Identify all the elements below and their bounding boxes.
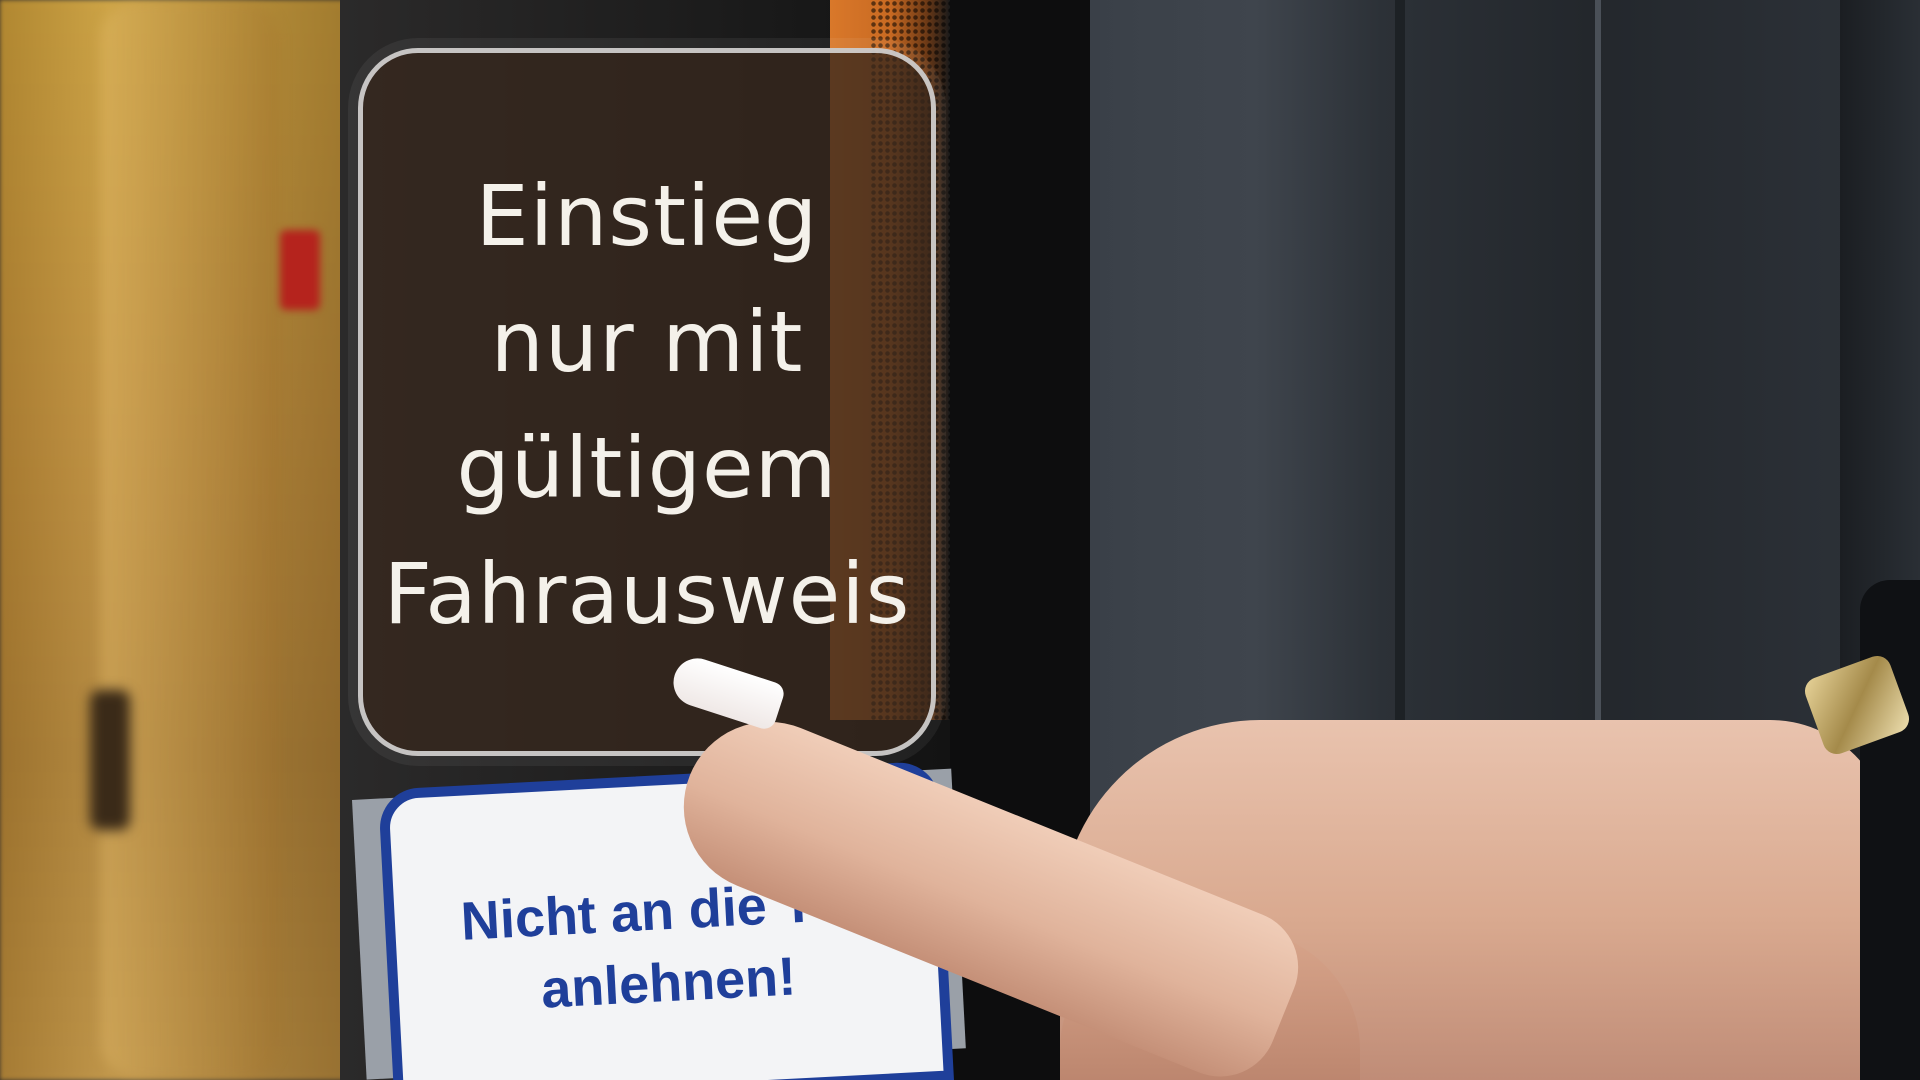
grab-handle <box>100 0 280 1080</box>
photo-scene: Einstieg nur mit gültigem Fahrausweis Ni… <box>0 0 1920 1080</box>
sleeve <box>1860 580 1920 1080</box>
door-latch <box>90 690 130 830</box>
sticker-line: nur mit <box>490 293 804 391</box>
sticker-line: gültigem <box>456 419 838 517</box>
sticker-line: Fahrausweis <box>383 545 911 643</box>
sticker-line: Einstieg <box>475 167 819 265</box>
red-indicator-light <box>280 230 320 310</box>
ticket-required-sticker: Einstieg nur mit gültigem Fahrausweis <box>358 48 936 756</box>
sticker-text: Einstieg nur mit gültigem Fahrausweis <box>363 153 931 657</box>
